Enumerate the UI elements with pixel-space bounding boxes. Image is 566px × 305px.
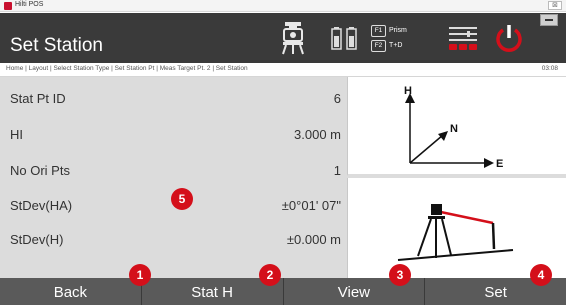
row-label: StDev(H) xyxy=(10,232,64,247)
window-title: Hilti POS xyxy=(15,1,44,8)
window-close-button[interactable]: ⊠ xyxy=(548,1,562,10)
page-title: Set Station xyxy=(10,35,103,56)
row-value: ±0.000 m xyxy=(286,232,341,247)
softkey-bar: Back Stat H View Set xyxy=(0,278,566,305)
app-header: Set Station F1 Prism F2 T+D xyxy=(0,13,566,63)
tripod-measurement-icon xyxy=(397,204,514,261)
callout-1: 1 xyxy=(129,264,151,286)
row-label: HI xyxy=(10,127,23,142)
coordinate-axes-diagram: H N E xyxy=(347,77,566,176)
breadcrumb: Home | Layout | Select Station Type | Se… xyxy=(6,65,248,72)
row-value: ±0°01' 07" xyxy=(281,198,341,213)
row-no-ori-pts: No Ori Pts 1 xyxy=(0,153,346,189)
callout-3: 3 xyxy=(389,264,411,286)
menu-bars-icon xyxy=(448,27,477,50)
row-value: 3.000 m xyxy=(294,127,341,142)
row-label: StDev(HA) xyxy=(10,198,73,213)
callout-5: 5 xyxy=(171,188,193,210)
battery-status[interactable] xyxy=(326,13,362,63)
row-value: 1 xyxy=(333,163,341,178)
window-titlebar: Hilti POS ⊠ xyxy=(0,0,566,12)
f2-key[interactable]: F2 xyxy=(371,39,386,52)
power-icon xyxy=(496,25,522,52)
f2-label: T+D xyxy=(389,42,403,49)
row-value: 6 xyxy=(333,91,341,106)
power-button[interactable] xyxy=(488,13,530,63)
target-mode-keys[interactable]: F1 Prism F2 T+D xyxy=(371,13,433,63)
axis-label-e: E xyxy=(496,158,503,170)
minimize-icon[interactable] xyxy=(540,14,558,26)
f1-key[interactable]: F1 xyxy=(371,24,386,37)
row-hi: HI 3.000 m xyxy=(0,117,346,153)
row-label: Stat Pt ID xyxy=(10,91,66,106)
callout-2: 2 xyxy=(259,264,281,286)
f1-row[interactable]: F1 Prism xyxy=(371,24,407,37)
callout-4: 4 xyxy=(530,264,552,286)
station-setup-diagram xyxy=(347,178,566,278)
breadcrumb-bar: Home | Layout | Select Station Type | Se… xyxy=(0,63,566,77)
diagram-panel: H N E xyxy=(347,77,566,278)
axis-label-h: H xyxy=(404,85,412,97)
main-content: Stat Pt ID 6 HI 3.000 m No Ori Pts 1 StD… xyxy=(0,77,566,278)
menu-button[interactable] xyxy=(440,13,485,63)
instrument-status-button[interactable] xyxy=(272,13,314,63)
row-stat-pt-id: Stat Pt ID 6 xyxy=(0,81,346,117)
battery-icon xyxy=(331,27,357,50)
f2-row[interactable]: F2 T+D xyxy=(371,39,403,52)
back-button[interactable]: Back xyxy=(0,278,142,305)
axis-label-n: N xyxy=(450,123,458,135)
axes-icon: H N E xyxy=(404,85,503,170)
row-stdev-h: StDev(H) ±0.000 m xyxy=(0,222,346,258)
station-data-panel: Stat Pt ID 6 HI 3.000 m No Ori Pts 1 StD… xyxy=(0,77,346,278)
app-logo-icon xyxy=(4,2,12,10)
f1-label: Prism xyxy=(389,27,407,34)
row-label: No Ori Pts xyxy=(10,163,70,178)
tripod-instrument-icon xyxy=(282,22,304,55)
clock: 03:08 xyxy=(541,65,558,72)
